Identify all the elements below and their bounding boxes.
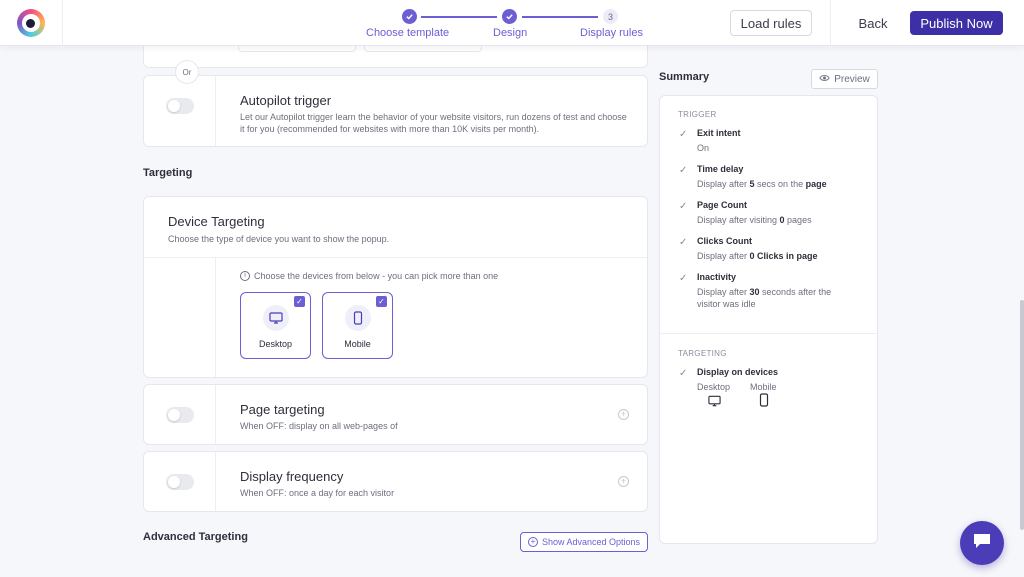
display-frequency-card: Display frequency When OFF: once a day f… bbox=[143, 451, 648, 512]
scrollbar[interactable] bbox=[1020, 300, 1024, 530]
expand-plus-icon[interactable]: + bbox=[618, 409, 629, 420]
divider bbox=[830, 0, 831, 46]
device-targeting-description: Choose the type of device you want to sh… bbox=[168, 234, 390, 244]
mobile-icon bbox=[759, 393, 769, 412]
chat-icon bbox=[972, 532, 992, 555]
device-label: Mobile bbox=[344, 339, 371, 349]
page-targeting-toggle[interactable] bbox=[166, 407, 194, 423]
display-frequency-toggle[interactable] bbox=[166, 474, 194, 490]
advanced-targeting-title: Advanced Targeting bbox=[143, 531, 248, 543]
check-icon: ✓ bbox=[679, 273, 688, 284]
summary-trigger-name: Page Count bbox=[697, 200, 748, 210]
desktop-icon bbox=[708, 394, 721, 412]
step-2-check-icon[interactable] bbox=[502, 9, 517, 24]
summary-title: Summary bbox=[659, 71, 710, 83]
device-targeting-card: Device Targeting Choose the type of devi… bbox=[143, 196, 648, 378]
display-frequency-description: When OFF: once a day for each visitor bbox=[240, 488, 395, 498]
logo-icon bbox=[17, 9, 45, 37]
summary-device-desktop: Desktop bbox=[697, 382, 731, 392]
autopilot-title: Autopilot trigger bbox=[240, 93, 332, 108]
stepper: 3 Choose template Design Display rules bbox=[362, 8, 652, 42]
step-connector bbox=[522, 16, 598, 18]
summary-trigger-detail: Display after 30 seconds after the visit… bbox=[697, 287, 832, 309]
eye-icon bbox=[819, 74, 830, 85]
display-frequency-title: Display frequency bbox=[240, 469, 344, 484]
desktop-icon bbox=[263, 305, 289, 331]
device-hint: Choose the devices from below - you can … bbox=[254, 271, 499, 281]
device-label: Desktop bbox=[258, 339, 293, 349]
info-icon: i bbox=[240, 271, 250, 281]
step-connector bbox=[421, 16, 497, 18]
check-icon: ✓ bbox=[679, 368, 688, 379]
preview-button[interactable]: Preview bbox=[811, 69, 878, 89]
summary-trigger-name: Time delay bbox=[697, 164, 744, 174]
autopilot-toggle[interactable] bbox=[166, 98, 194, 114]
autopilot-description: Let our Autopilot trigger learn the beha… bbox=[240, 112, 627, 134]
check-icon: ✓ bbox=[679, 165, 688, 176]
check-icon: ✓ bbox=[679, 237, 688, 248]
autopilot-trigger-card: Autopilot trigger Let our Autopilot trig… bbox=[143, 75, 648, 147]
check-icon: ✓ bbox=[679, 201, 688, 212]
mobile-icon bbox=[345, 305, 371, 331]
summary-trigger-detail: Display after 5 secs on the page bbox=[697, 179, 827, 189]
summary-trigger-name: Inactivity bbox=[697, 272, 737, 282]
chat-button[interactable] bbox=[960, 521, 1004, 565]
top-bar: 3 Choose template Design Display rules L… bbox=[0, 0, 1024, 46]
expand-plus-icon[interactable]: + bbox=[618, 476, 629, 487]
summary-trigger-label: TRIGGER bbox=[678, 110, 717, 119]
step-1-check-icon[interactable] bbox=[402, 9, 417, 24]
page-targeting-card: Page targeting When OFF: display on all … bbox=[143, 384, 648, 445]
summary-device-mobile: Mobile bbox=[750, 382, 777, 392]
summary-trigger-name: Exit intent bbox=[697, 128, 741, 138]
or-separator: Or bbox=[175, 60, 199, 84]
load-rules-button[interactable]: Load rules bbox=[730, 10, 812, 36]
step-label-display-rules[interactable]: Display rules bbox=[580, 27, 643, 39]
page-targeting-title: Page targeting bbox=[240, 402, 325, 417]
device-targeting-title: Device Targeting bbox=[168, 214, 265, 229]
summary-trigger-detail: On bbox=[697, 143, 710, 153]
checkbox-checked-icon[interactable]: ✓ bbox=[376, 296, 387, 307]
device-option-desktop[interactable]: ✓ Desktop bbox=[240, 292, 311, 359]
targeting-title: Targeting bbox=[143, 167, 193, 179]
publish-now-button[interactable]: Publish Now bbox=[910, 11, 1003, 35]
plus-circle-icon: + bbox=[527, 537, 538, 547]
summary-targeting-label: TARGETING bbox=[678, 349, 727, 358]
summary-panel: TRIGGER ✓ Exit intent On ✓ Time delay Di… bbox=[659, 95, 878, 544]
back-button[interactable]: Back bbox=[848, 10, 898, 36]
step-3-number[interactable]: 3 bbox=[603, 9, 618, 24]
show-advanced-options-button[interactable]: + Show Advanced Options bbox=[520, 532, 648, 552]
summary-targeting-name: Display on devices bbox=[697, 367, 779, 377]
summary-trigger-name: Clicks Count bbox=[697, 236, 753, 246]
step-label-design[interactable]: Design bbox=[493, 27, 527, 39]
preview-label: Preview bbox=[834, 73, 870, 85]
device-option-mobile[interactable]: ✓ Mobile bbox=[322, 292, 393, 359]
page-targeting-description: When OFF: display on all web-pages of bbox=[240, 421, 398, 431]
summary-trigger-detail: Display after 0 Clicks in page bbox=[697, 251, 818, 261]
check-icon: ✓ bbox=[679, 129, 688, 140]
step-label-choose-template[interactable]: Choose template bbox=[366, 27, 449, 39]
summary-trigger-detail: Display after visiting 0 pages bbox=[697, 215, 812, 225]
checkbox-checked-icon[interactable]: ✓ bbox=[294, 296, 305, 307]
show-advanced-label: Show Advanced Options bbox=[541, 537, 641, 547]
logo[interactable] bbox=[0, 0, 63, 46]
